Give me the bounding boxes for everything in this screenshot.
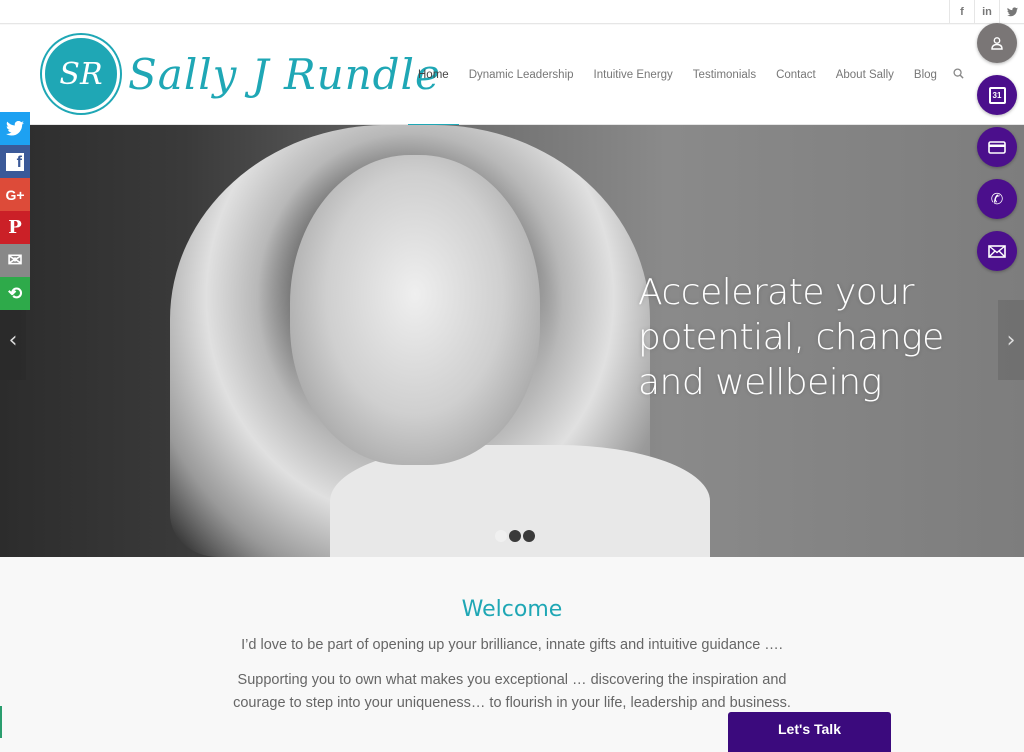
slider-dot-2[interactable] xyxy=(509,530,521,542)
slider-prev-button[interactable]: ‹ xyxy=(0,300,26,380)
welcome-title: Welcome xyxy=(461,597,563,622)
logo-monogram: SR xyxy=(42,35,120,113)
nav-dynamic-leadership[interactable]: Dynamic Leadership xyxy=(459,25,584,125)
logo-text: Sally J Rundle xyxy=(128,49,441,99)
welcome-intro: I’d love to be part of opening up your b… xyxy=(241,637,783,653)
nav-intuitive-energy[interactable]: Intuitive Energy xyxy=(584,25,683,125)
logo[interactable]: SR Sally J Rundle xyxy=(42,35,441,113)
nav-home[interactable]: Home xyxy=(408,25,459,126)
top-bar: f in xyxy=(0,0,1024,24)
main-nav: Home Dynamic Leadership Intuitive Energy… xyxy=(408,25,970,126)
phone-button[interactable]: ✆ xyxy=(977,179,1017,219)
google-plus-icon: G+ xyxy=(5,186,25,203)
calendar-button[interactable]: 31 xyxy=(977,75,1017,115)
slider-next-button[interactable]: › xyxy=(998,300,1024,380)
more-share-icon: ⟲ xyxy=(7,283,23,303)
chevron-right-icon: › xyxy=(1006,327,1016,353)
nav-testimonials[interactable]: Testimonials xyxy=(683,25,766,125)
share-pinterest-button[interactable]: P xyxy=(0,211,30,244)
facebook-icon[interactable]: f xyxy=(949,0,974,24)
share-email-button[interactable]: ✉ xyxy=(0,244,30,277)
search-icon[interactable] xyxy=(947,68,970,82)
hero-caption: Accelerate your potential, change and we… xyxy=(638,272,944,403)
social-links: f in xyxy=(949,0,1024,24)
hero-image-portrait xyxy=(290,155,540,465)
welcome-body: Supporting you to own what makes you exc… xyxy=(233,672,791,711)
share-sidebar: f G+ P ✉ ⟲ xyxy=(0,112,30,310)
site-header: SR Sally J Rundle Home Dynamic Leadershi… xyxy=(0,25,1024,126)
twitter-icon xyxy=(6,121,24,136)
payment-button[interactable] xyxy=(977,127,1017,167)
share-google-plus-button[interactable]: G+ xyxy=(0,178,30,211)
linkedin-icon[interactable]: in xyxy=(974,0,999,24)
slider-dots xyxy=(495,530,535,542)
twitter-icon[interactable] xyxy=(999,0,1024,24)
user-icon xyxy=(991,37,1003,50)
email-icon: ✉ xyxy=(7,250,23,270)
slider-dot-3[interactable] xyxy=(523,530,535,542)
credit-card-icon xyxy=(988,140,1006,154)
envelope-icon xyxy=(988,244,1006,258)
share-more-button[interactable]: ⟲ xyxy=(0,277,30,310)
calendar-icon: 31 xyxy=(988,86,1006,104)
email-button[interactable] xyxy=(977,231,1017,271)
slider-dot-1[interactable] xyxy=(495,530,507,542)
nav-contact[interactable]: Contact xyxy=(766,25,826,125)
hero-slider: Accelerate your potential, change and we… xyxy=(0,125,1024,557)
side-edge-tab[interactable] xyxy=(0,706,2,738)
phone-icon: ✆ xyxy=(990,190,1004,208)
share-facebook-button[interactable]: f xyxy=(0,145,30,178)
lets-talk-button[interactable]: Let's Talk xyxy=(728,712,891,752)
pinterest-icon: P xyxy=(8,217,22,238)
account-button[interactable] xyxy=(977,23,1017,63)
facebook-icon: f xyxy=(6,152,24,171)
nav-about-sally[interactable]: About Sally xyxy=(826,25,904,125)
nav-blog[interactable]: Blog xyxy=(904,25,947,125)
chevron-left-icon: ‹ xyxy=(8,327,18,353)
share-twitter-button[interactable] xyxy=(0,112,30,145)
